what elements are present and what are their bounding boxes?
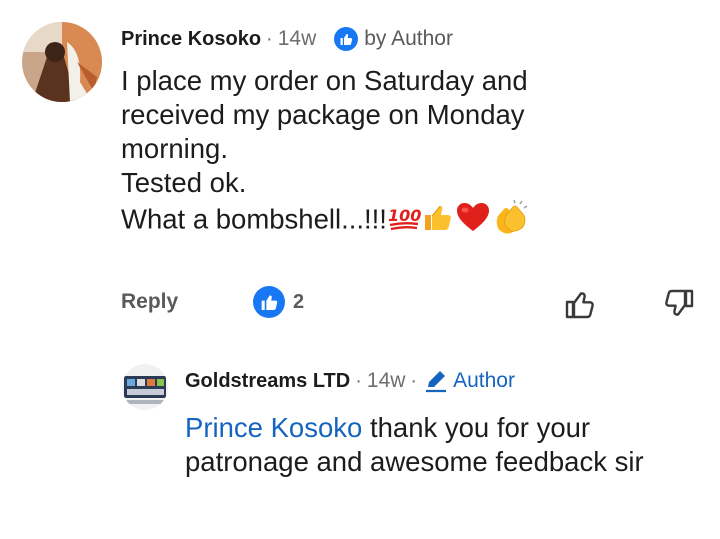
comment-line-last: What a bombshell...!!! 100 <box>121 199 681 242</box>
comment-line: received my package on Monday <box>121 99 525 130</box>
comment-actions: Reply 2 <box>121 286 701 322</box>
commenter-name[interactable]: Prince Kosoko <box>121 28 261 51</box>
comment-line: morning. <box>121 133 228 164</box>
red-heart-icon <box>455 201 491 241</box>
thumbs-up-icon <box>421 201 455 241</box>
like-badge-icon <box>253 286 285 318</box>
replier-name[interactable]: Goldstreams LTD <box>185 370 350 393</box>
meta-separator: · <box>266 27 273 50</box>
thumbs-up-icon <box>565 292 594 319</box>
meta-separator: · <box>410 369 418 392</box>
hundred-points-icon: 100 <box>387 202 421 240</box>
reply-button[interactable]: Reply <box>121 290 178 314</box>
thumbs-up-button[interactable] <box>564 288 598 325</box>
meta-separator: · <box>355 369 362 392</box>
liked-by-author-indicator: by Author <box>334 27 453 51</box>
commenter-avatar[interactable] <box>22 22 102 102</box>
comment-line: What a bombshell...!!! <box>121 203 387 235</box>
by-author-label: by Author <box>364 27 453 50</box>
like-badge-icon <box>334 27 359 51</box>
comment-age[interactable]: 14w <box>278 27 317 51</box>
reply-age[interactable]: 14w <box>367 369 406 393</box>
comment-line: I place my order on Saturday and <box>121 65 528 96</box>
thumbs-down-button[interactable] <box>661 288 695 325</box>
clapping-hands-icon <box>491 199 529 242</box>
author-badge: Author <box>424 369 515 393</box>
pencil-icon <box>426 371 447 393</box>
like-count-indicator[interactable]: 2 <box>253 286 304 318</box>
comment-line: Tested ok. <box>121 167 247 198</box>
author-badge-label: Author <box>453 369 515 392</box>
comment-meta: Prince Kosoko · 14w by Author <box>121 24 453 54</box>
reply-body: Prince Kosoko thank you for your patrona… <box>185 411 705 479</box>
thumbs-down-icon <box>665 289 694 316</box>
comment-body: I place my order on Saturday and receive… <box>121 64 681 242</box>
mention-link[interactable]: Prince Kosoko <box>185 412 362 443</box>
reply-meta: Goldstreams LTD · 14w · Author <box>185 366 515 396</box>
replier-avatar[interactable] <box>122 364 168 410</box>
like-count: 2 <box>293 290 305 313</box>
